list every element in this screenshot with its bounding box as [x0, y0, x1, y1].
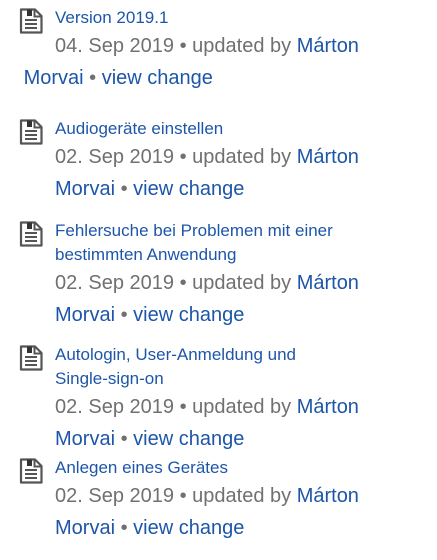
update-date: 04. Sep 2019	[55, 35, 174, 57]
author-link-last[interactable]: Morvai	[24, 67, 84, 89]
separator-bullet: •	[179, 272, 187, 294]
author-link[interactable]: Márton	[297, 35, 359, 57]
page-title-link[interactable]: Version 2019.1	[55, 0, 428, 30]
view-change-link[interactable]: view change	[133, 304, 244, 326]
separator-bullet: •	[120, 517, 128, 539]
list-item: Fehlersuche bei Problemen mit einer best…	[18, 213, 428, 331]
updated-by-label: updated by	[192, 396, 292, 418]
update-date: 02. Sep 2019	[55, 146, 174, 168]
list-item: Version 2019.1 04. Sep 2019 • updated by…	[18, 0, 428, 94]
updated-by-label: updated by	[192, 485, 292, 507]
page-document-icon	[18, 458, 44, 484]
author-link-last[interactable]: Morvai	[55, 304, 115, 326]
update-meta: 02. Sep 2019 • updated by Márton Morvai …	[55, 267, 428, 331]
updated-by-label: updated by	[192, 146, 292, 168]
updated-by-label: updated by	[192, 272, 292, 294]
page-title-link[interactable]: Anlegen eines Gerätes	[55, 450, 428, 480]
view-change-link[interactable]: view change	[133, 517, 244, 539]
update-date: 02. Sep 2019	[55, 396, 174, 418]
updated-by-label: updated by	[192, 35, 292, 57]
author-link[interactable]: Márton	[297, 485, 359, 507]
list-item: Autologin, User-Anmeldung und Single-sig…	[18, 337, 428, 455]
update-date: 02. Sep 2019	[55, 272, 174, 294]
page-document-icon	[18, 8, 44, 34]
separator-bullet: •	[179, 396, 187, 418]
page-document-icon	[18, 119, 44, 145]
separator-bullet: •	[120, 428, 128, 450]
update-meta: 02. Sep 2019 • updated by Márton Morvai …	[55, 391, 428, 455]
update-meta: 02. Sep 2019 • updated by Márton Morvai …	[55, 480, 428, 544]
update-meta: 02. Sep 2019 • updated by Márton Morvai …	[55, 141, 428, 205]
author-link[interactable]: Márton	[297, 272, 359, 294]
separator-bullet: •	[120, 304, 128, 326]
update-date: 02. Sep 2019	[55, 485, 174, 507]
page-document-icon	[18, 221, 44, 247]
author-link[interactable]: Márton	[297, 146, 359, 168]
separator-bullet: •	[120, 178, 128, 200]
page-document-icon	[18, 345, 44, 371]
page-title-link[interactable]: Autologin, User-Anmeldung und Single-sig…	[55, 337, 428, 391]
page-title-line: Single-sign-on	[55, 369, 164, 388]
author-link[interactable]: Márton	[297, 396, 359, 418]
page-title-line: Autologin, User-Anmeldung und	[55, 345, 296, 364]
page-title-link[interactable]: Fehlersuche bei Problemen mit einer best…	[55, 213, 428, 267]
author-link-last[interactable]: Morvai	[55, 428, 115, 450]
list-item: Anlegen eines Gerätes 02. Sep 2019 • upd…	[18, 450, 428, 544]
view-change-link[interactable]: view change	[133, 428, 244, 450]
view-change-link[interactable]: view change	[102, 67, 213, 89]
page-title-line: bestimmten Anwendung	[55, 245, 237, 264]
separator-bullet: •	[179, 485, 187, 507]
view-change-link[interactable]: view change	[133, 178, 244, 200]
author-link-last[interactable]: Morvai	[55, 178, 115, 200]
separator-bullet: •	[89, 67, 97, 89]
update-meta: 04. Sep 2019 • updated by Márton Morvai …	[24, 30, 428, 94]
author-link-last[interactable]: Morvai	[55, 517, 115, 539]
page-title-line: Fehlersuche bei Problemen mit einer	[55, 221, 333, 240]
separator-bullet: •	[179, 35, 187, 57]
list-item: Audiogeräte einstellen 02. Sep 2019 • up…	[18, 111, 428, 205]
page-title-link[interactable]: Audiogeräte einstellen	[55, 111, 428, 141]
separator-bullet: •	[179, 146, 187, 168]
